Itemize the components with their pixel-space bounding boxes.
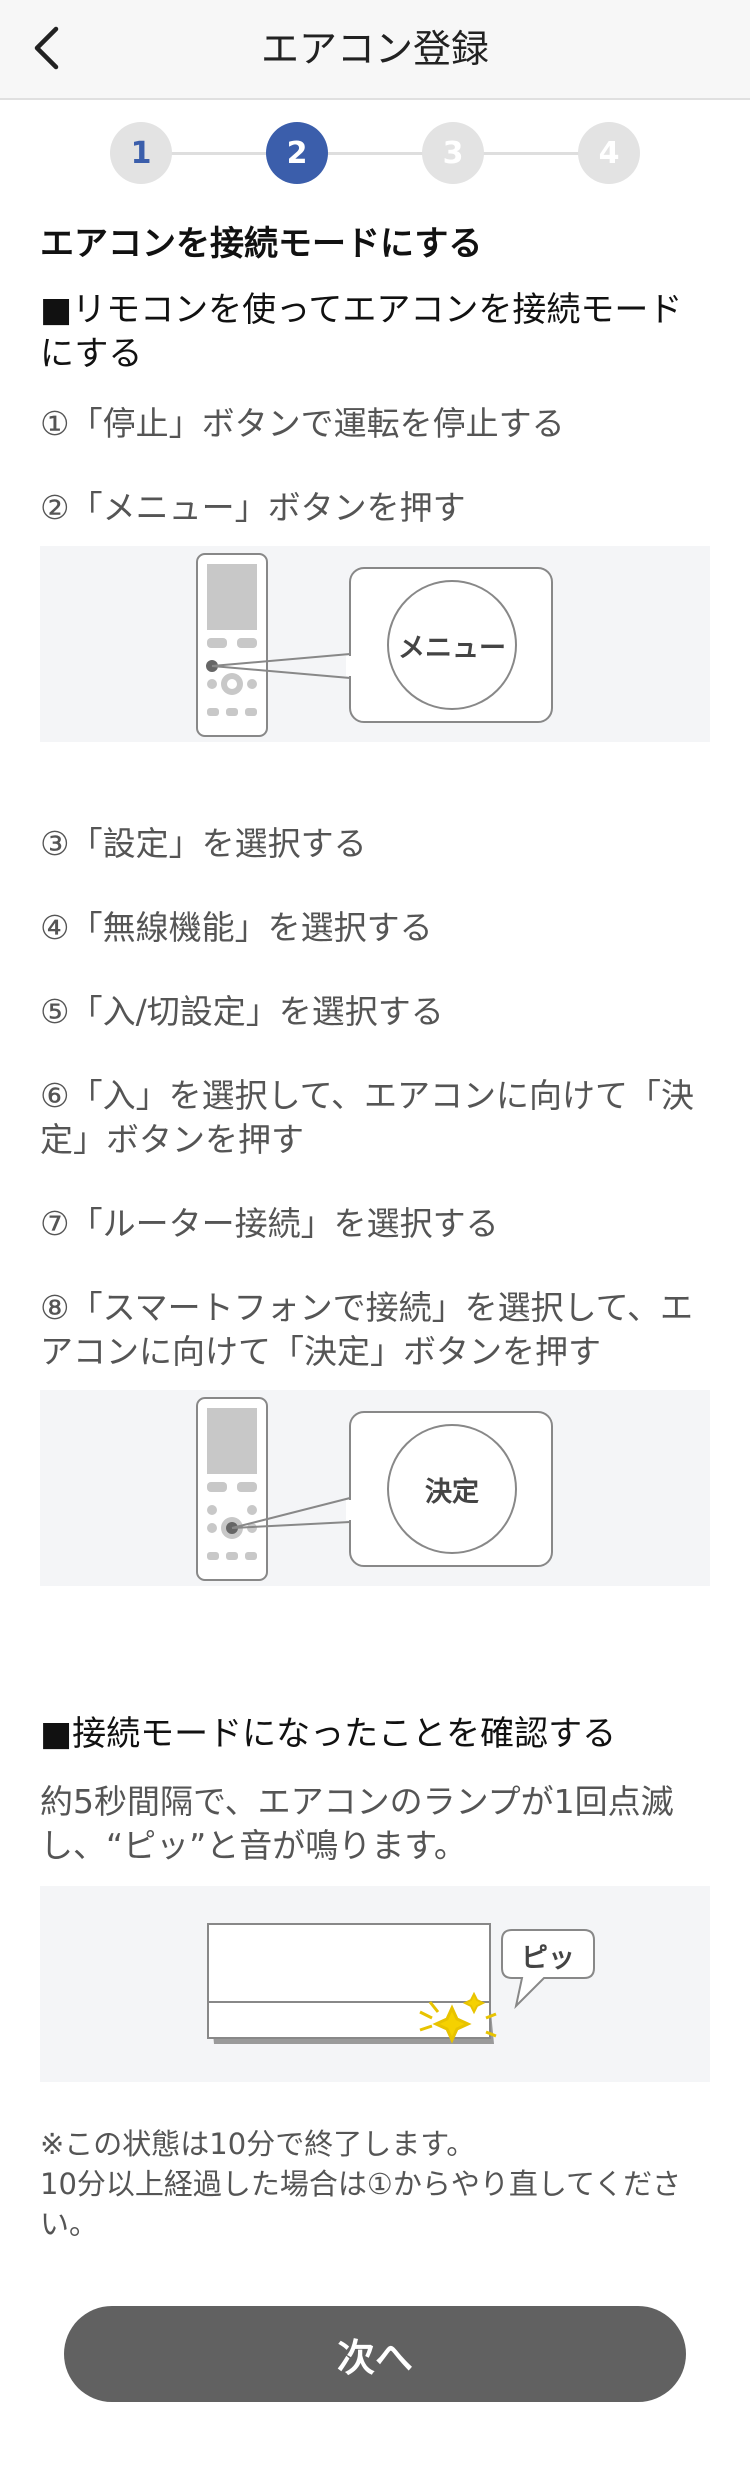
instruction-step-1: ①「停止」ボタンで運転を停止する bbox=[40, 404, 565, 443]
instruction-step-6: ⑥「入」を選択して、エアコンに向けて「決定」ボタンを押す bbox=[40, 1076, 694, 1159]
app-header: エアコン登録 bbox=[0, 0, 750, 100]
confirm-subheading: ■接続モードになったことを確認する bbox=[40, 1714, 617, 1754]
section-subheading: ■リモコンを使ってエアコンを接続モードにする bbox=[40, 290, 683, 374]
progress-stepper: 1 2 3 4 bbox=[0, 122, 750, 186]
decide-button-label: 決定 bbox=[425, 1477, 479, 1508]
timeout-note: ※この状態は10分で終了します。 bbox=[40, 2127, 476, 2161]
stepper-track bbox=[141, 152, 609, 155]
step-1: 1 bbox=[110, 122, 172, 184]
remote-menu-illustration: メニュー bbox=[40, 546, 710, 742]
instruction-step-8: ⑧「スマートフォンで接続」を選択して、エアコンに向けて「決定」ボタンを押す bbox=[40, 1288, 693, 1371]
instruction-step-2: ②「メニュー」ボタンを押す bbox=[40, 488, 466, 527]
confirm-description: 約5秒間隔で、エアコンのランプが1回点滅し、“ピッ”と音が鳴ります。 bbox=[40, 1782, 674, 1865]
instruction-step-3: ③「設定」を選択する bbox=[40, 824, 367, 863]
next-button[interactable]: 次へ bbox=[64, 2306, 686, 2402]
section-heading: エアコンを接続モードにする bbox=[40, 224, 483, 264]
aircon-beep-illustration: ピッ bbox=[40, 1886, 710, 2082]
instruction-step-5: ⑤「入/切設定」を選択する bbox=[40, 992, 444, 1031]
remote-decide-illustration: 決定 bbox=[40, 1390, 710, 1586]
menu-button-label: メニュー bbox=[398, 633, 506, 664]
step-4: 4 bbox=[578, 122, 640, 184]
retry-note: 10分以上経過した場合は①からやり直してください。 bbox=[40, 2167, 682, 2241]
step-2-current: 2 bbox=[266, 122, 328, 184]
page-title: エアコン登録 bbox=[260, 27, 489, 71]
instruction-step-7: ⑦「ルーター接続」を選択する bbox=[40, 1204, 499, 1243]
instruction-step-4: ④「無線機能」を選択する bbox=[40, 908, 433, 947]
beep-label: ピッ bbox=[521, 1943, 575, 1974]
step-3: 3 bbox=[422, 122, 484, 184]
